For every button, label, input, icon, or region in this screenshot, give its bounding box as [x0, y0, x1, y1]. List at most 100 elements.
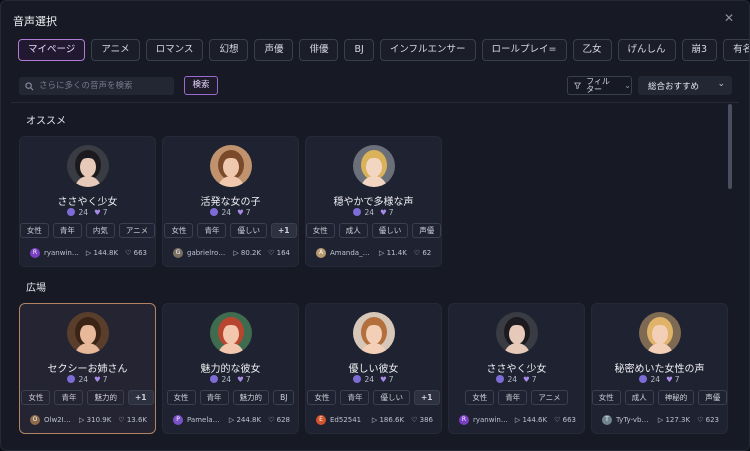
voice-name: 秘密めいた女性の声: [614, 364, 705, 375]
tab-12[interactable]: 有名人: [723, 39, 749, 61]
tag: 青年: [197, 223, 227, 238]
voice-tags: 女性 青年 優しい +1: [306, 390, 441, 405]
voice-name: 魅力的な彼女: [200, 364, 261, 375]
play-count-value: 144.6K: [522, 416, 548, 424]
voice-card[interactable]: 優しい彼女 24 ♥ 7 女性 青年 優しい +1 E Ed52541 ▷ 186.6K ♡ 386: [305, 303, 442, 434]
voice-card[interactable]: ささやく少女24 ♥7 女性青年アニメ Rryanwinso... ▷ 144.6K ♡ …: [448, 303, 585, 434]
tag: 女性: [166, 390, 196, 405]
user-name[interactable]: Amanda_Fre...: [330, 249, 372, 257]
voice-card[interactable]: セクシーお姉さん 24 ♥ 7 女性 青年 魅力的 +1 O Olw2IF... ▷ 310.9K ♡…: [19, 303, 156, 434]
stat-a: 24: [78, 375, 89, 384]
tab-6[interactable]: BJ: [344, 39, 374, 61]
voice-tags: 女性 青年 内気 アニメ: [19, 223, 156, 238]
voice-stats: 24 ♥ 7: [592, 375, 727, 384]
tab-0[interactable]: マイページ: [18, 39, 86, 61]
like-count-value: 663: [133, 249, 147, 257]
heart-icon: ♥: [237, 375, 244, 384]
heart-outline-icon: ♡: [697, 416, 706, 424]
tag[interactable]: +1: [270, 223, 297, 238]
voice-avatar: [353, 312, 395, 354]
user-avatar: R: [30, 248, 40, 258]
voice-stats: 24 ♥ 7: [306, 208, 441, 217]
voice-name: 穏やかで多様な声: [333, 197, 414, 208]
tab-9[interactable]: 乙女: [572, 39, 612, 61]
voice-stats: 24 ♥ 7: [20, 208, 155, 217]
play-count: ▷ 11.4K: [379, 249, 407, 257]
heart-outline-icon: ♡: [554, 416, 563, 424]
tag: 青年: [52, 223, 82, 238]
user-name[interactable]: ryanwinso...: [473, 416, 508, 424]
voice-avatar: [67, 312, 109, 354]
tag: 女性: [164, 223, 194, 238]
voice-avatar: [353, 145, 395, 187]
like-count-value: 663: [562, 416, 576, 424]
tab-4[interactable]: 声優: [254, 39, 294, 61]
user-avatar: P: [173, 415, 183, 425]
filter-button[interactable]: フィルター ⌄: [567, 76, 632, 95]
stat-b: 7: [531, 375, 537, 384]
tab-10[interactable]: げんしん: [617, 39, 676, 61]
play-count: ▷ 310.9K: [79, 416, 111, 424]
user-name[interactable]: Ed52541: [330, 416, 365, 424]
voice-card[interactable]: 魅力的な彼女 24 ♥ 7 女性 青年 魅力的 BJ P PamelaA... ▷ 244.8K ♡ …: [162, 303, 299, 434]
sort-value: 総合おすすめ: [648, 81, 700, 92]
scrollbar[interactable]: [728, 104, 732, 189]
play-icon: ▷: [233, 249, 241, 257]
tab-7[interactable]: インフルエンサー: [379, 39, 476, 61]
tag: 女性: [465, 390, 495, 405]
voice-card[interactable]: 活発な女の子24 ♥7 女性青年優しい+1 Ggabrielrodri... ▷ 80.…: [162, 136, 299, 267]
search-box[interactable]: [19, 77, 174, 95]
tab-2[interactable]: ロマンス: [145, 39, 204, 61]
voice-tags: 女性 青年 魅力的 BJ: [163, 390, 298, 405]
tab-8[interactable]: ロールプレイ=: [481, 39, 567, 61]
badge-icon: [353, 208, 362, 216]
user-name[interactable]: TyTy-vb5pr: [616, 416, 651, 424]
voice-card[interactable]: 穏やかで多様な声24 ♥7 女性成人優しい声優 A Amanda_Fre... ▷ 11.…: [305, 136, 442, 267]
user-avatar: E: [316, 415, 326, 425]
voice-tags: 女性 成人 優しい 声優: [305, 223, 442, 238]
tag: 女性: [591, 390, 621, 405]
voice-card[interactable]: ささやく少女24 ♥7 女性青年内気アニメ Rryanwinso... ▷ 144.8K…: [19, 136, 156, 267]
play-icon: ▷: [379, 249, 387, 257]
tag: 魅力的: [87, 390, 124, 405]
badge-icon: [210, 375, 219, 383]
badge-icon: [496, 375, 505, 383]
modal-title: 音声選択: [13, 15, 57, 28]
user-name[interactable]: gabrielrodri...: [187, 249, 226, 257]
heart-icon: ♥: [666, 375, 673, 384]
like-count: ♡ 386: [411, 416, 433, 424]
user-name[interactable]: ryanwinso...: [44, 249, 79, 257]
play-count-value: 80.2K: [240, 249, 262, 257]
tab-3[interactable]: 幻想: [209, 39, 249, 61]
tab-5[interactable]: 俳優: [299, 39, 339, 61]
search-button[interactable]: 検索: [184, 76, 218, 95]
search-input[interactable]: [39, 81, 169, 91]
tag: 内気: [85, 223, 115, 238]
tag: 神秘的: [657, 390, 695, 405]
tag: 青年: [340, 390, 370, 405]
play-count-value: 11.4K: [386, 249, 407, 257]
badge-icon: [639, 375, 648, 383]
sort-select[interactable]: 総合おすすめ ⌄: [638, 76, 732, 95]
tag[interactable]: +1: [127, 390, 154, 405]
stat-b: 7: [388, 375, 394, 384]
filter-icon: [574, 82, 582, 90]
tag: 声優: [698, 390, 728, 405]
user-name[interactable]: PamelaA...: [187, 416, 222, 424]
tag: 成人: [624, 390, 654, 405]
voice-footer: P PamelaA... ▷ 244.8K ♡ 628: [173, 415, 290, 425]
tab-11[interactable]: 崩3: [681, 39, 718, 61]
voice-card[interactable]: 秘密めいた女性の声 24 ♥ 7 女性 成人 神秘的 声優 T TyTy-vb5pr ▷ 127.3…: [591, 303, 728, 434]
heart-outline-icon: ♡: [411, 416, 420, 424]
stat-a: 24: [364, 208, 375, 217]
voice-stats: 24 ♥ 7: [20, 375, 155, 384]
close-icon[interactable]: ✕: [723, 12, 735, 24]
tag: 女性: [21, 390, 51, 405]
voice-footer: T TyTy-vb5pr ▷ 127.3K ♡ 623: [602, 415, 719, 425]
tab-1[interactable]: アニメ: [91, 39, 140, 61]
voice-footer: Ggabrielrodri... ▷ 80.2K ♡ 164: [173, 248, 290, 258]
tag[interactable]: +1: [413, 390, 440, 405]
user-name[interactable]: Olw2IF...: [44, 416, 72, 424]
tag: 女性: [307, 390, 337, 405]
stat-b: 7: [102, 208, 108, 217]
